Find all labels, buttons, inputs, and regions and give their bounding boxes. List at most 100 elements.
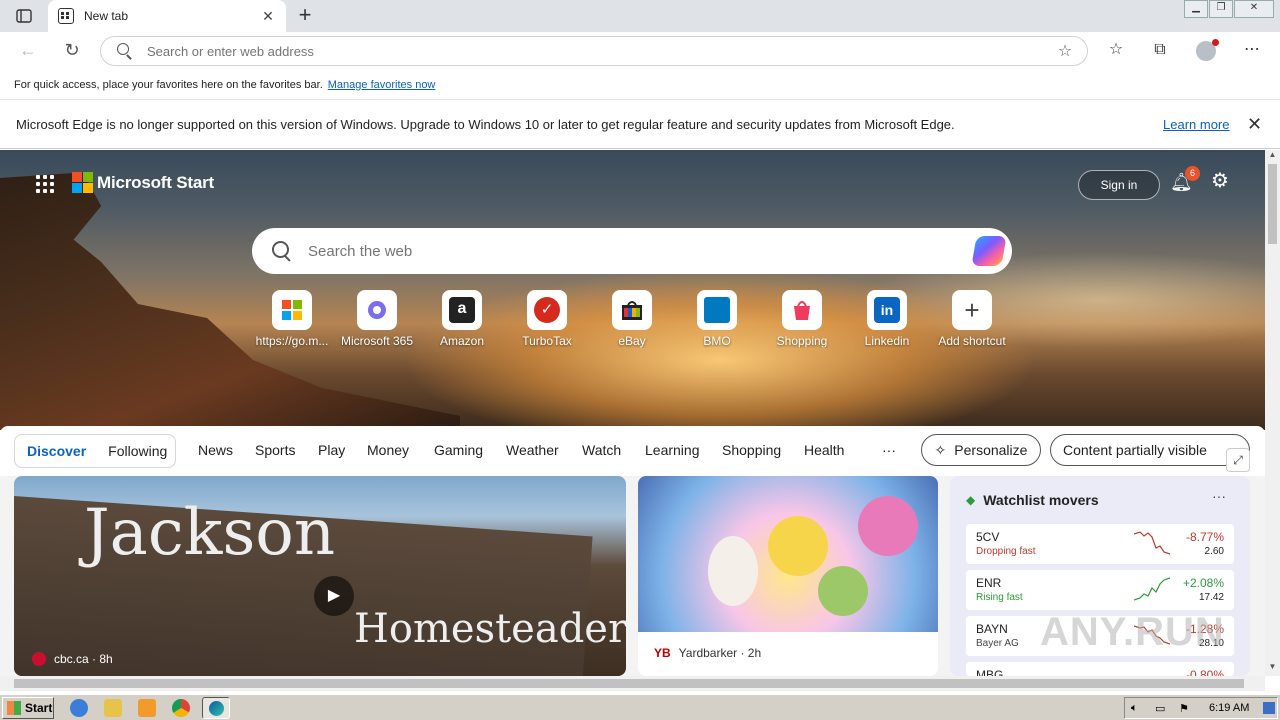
edge-taskbar-button[interactable] [202, 697, 230, 719]
tab-sports[interactable]: Sports [255, 442, 295, 458]
watchlist-title[interactable]: Watchlist movers [983, 492, 1098, 508]
scroll-thumb[interactable] [14, 679, 1244, 688]
scroll-up-icon[interactable]: ▲ [1265, 150, 1280, 162]
shortcut-tile[interactable]: https://go.m... [252, 290, 332, 348]
feed-mode-toggle: Discover Following [14, 434, 176, 468]
new-tab-button[interactable]: + [292, 4, 318, 28]
media-player-icon[interactable] [138, 699, 156, 717]
close-tab-icon[interactable]: ✕ [260, 8, 276, 25]
volume-icon[interactable]: 🔈︎ [1131, 702, 1138, 715]
tab-money[interactable]: Money [367, 442, 409, 458]
sign-in-button[interactable]: Sign in [1078, 170, 1160, 200]
infobar-message: Microsoft Edge is no longer supported on… [16, 117, 955, 132]
system-tray: 🔈︎ ▭ ⚑ 6:19 AM [1124, 697, 1278, 719]
favorites-icon[interactable]: ☆ [1103, 39, 1129, 63]
close-infobar-icon[interactable]: ✕ [1247, 114, 1262, 135]
tab-weather[interactable]: Weather [506, 442, 559, 458]
more-tabs-button[interactable]: ··· [882, 442, 896, 458]
close-window-button[interactable]: ✕ [1234, 0, 1274, 18]
tab-strip: New tab ✕ + ▁ ❐ ✕ [0, 0, 1280, 32]
shortcut-tile[interactable]: BMO [677, 290, 757, 348]
add-shortcut-tile[interactable]: + Add shortcut [932, 290, 1012, 348]
start-page: Microsoft Start Sign in 🔔︎ 6 ⚙ https://g… [0, 150, 1265, 676]
chrome-icon[interactable] [172, 699, 190, 717]
article-card[interactable]: YB Yardbarker · 2h [638, 476, 938, 676]
tab-title: New tab [84, 9, 129, 23]
shortcut-label: Add shortcut [938, 334, 1006, 348]
notification-badge: 6 [1185, 166, 1200, 181]
add-favorite-icon[interactable]: ☆ [1053, 41, 1077, 61]
shortcut-tile[interactable]: eBay [592, 290, 672, 348]
brand-title[interactable]: Microsoft Start [97, 173, 214, 193]
copilot-icon[interactable] [971, 236, 1007, 266]
address-bar[interactable]: ☆ [100, 36, 1088, 66]
learn-more-link[interactable]: Learn more [1163, 117, 1229, 132]
profile-avatar[interactable] [1196, 39, 1219, 61]
manage-favorites-link[interactable]: Manage favorites now [328, 79, 436, 91]
minimize-button[interactable]: ▁ [1184, 0, 1208, 18]
ebay-logo-icon [612, 290, 652, 330]
settings-gear-icon[interactable]: ⚙ [1209, 170, 1231, 192]
tab-watch[interactable]: Watch [582, 442, 621, 458]
internet-explorer-icon[interactable] [70, 699, 88, 717]
expand-icon[interactable]: ⤢ [1226, 448, 1250, 472]
watchlist-more-button[interactable]: ··· [1212, 488, 1226, 504]
stock-change: +2.08% [1182, 576, 1224, 590]
tab-play[interactable]: Play [318, 442, 345, 458]
tab-following[interactable]: Following [108, 443, 167, 459]
unsupported-os-infobar: Microsoft Edge is no longer supported on… [0, 101, 1280, 149]
play-icon[interactable]: ▶ [314, 576, 354, 616]
more-menu-icon[interactable]: ⋯ [1239, 39, 1265, 63]
web-search-input[interactable] [308, 242, 974, 260]
shortcut-label: Amazon [439, 334, 485, 348]
shortcut-tile[interactable]: ✓ TurboTax [507, 290, 587, 348]
scroll-thumb[interactable] [1268, 164, 1277, 244]
notifications-bell-icon[interactable]: 🔔︎ 6 [1170, 166, 1200, 194]
featured-video-card[interactable]: Jackson Homesteaders ▶ cbc.ca · 8h [14, 476, 626, 676]
network-icon[interactable]: ▭ [1155, 702, 1165, 715]
action-center-flag-icon[interactable]: ⚑ [1179, 702, 1189, 715]
tab-discover[interactable]: Discover [27, 443, 86, 459]
personalize-button[interactable]: ✧ Personalize [921, 434, 1041, 466]
tab-actions-icon[interactable] [8, 4, 40, 28]
tab-gaming[interactable]: Gaming [434, 442, 483, 458]
tab-learning[interactable]: Learning [645, 442, 700, 458]
shortcut-tile[interactable]: in Linkedin [847, 290, 927, 348]
shortcut-label: Shopping [776, 334, 828, 348]
file-explorer-icon[interactable] [104, 699, 122, 717]
back-button[interactable]: ← [16, 39, 40, 63]
stock-row[interactable]: ENR Rising fast +2.08% 17.42 [966, 570, 1234, 610]
card-source: cbc.ca · 8h [32, 652, 113, 666]
collections-icon[interactable]: ⧉ [1147, 39, 1173, 63]
restore-button[interactable]: ❐ [1209, 0, 1233, 18]
shortcut-tile[interactable]: a Amazon [422, 290, 502, 348]
search-icon [117, 43, 133, 59]
shortcut-label: Linkedin [864, 334, 910, 348]
refresh-button[interactable]: ↻ [60, 39, 84, 63]
tab-health[interactable]: Health [804, 442, 844, 458]
stock-change: -0.80% [1185, 668, 1224, 676]
stock-row[interactable]: 5CV Dropping fast -8.77% 2.60 [966, 524, 1234, 564]
shortcuts-row: https://go.m... Microsoft 365 a Amazon ✓… [252, 290, 1022, 350]
anyrun-watermark: ANY.RUN [1040, 610, 1225, 654]
stock-row[interactable]: MBG -0.80% [966, 662, 1234, 676]
stock-sparkline [1134, 577, 1170, 601]
yardbarker-logo-icon: YB [654, 646, 671, 660]
shortcut-label: Microsoft 365 [340, 334, 414, 348]
shortcut-tile[interactable]: Microsoft 365 [337, 290, 417, 348]
tab-new-tab[interactable]: New tab ✕ [48, 0, 286, 32]
content-visibility-dropdown[interactable]: Content partially visible ⌄ [1050, 434, 1250, 466]
web-search-box[interactable] [252, 228, 1012, 274]
shortcut-tile[interactable]: Shopping [762, 290, 842, 348]
scroll-down-icon[interactable]: ▼ [1265, 662, 1280, 674]
show-desktop-icon[interactable] [1263, 702, 1275, 714]
tab-news[interactable]: News [198, 442, 233, 458]
address-input[interactable] [147, 43, 1053, 59]
horizontal-scrollbar[interactable] [0, 676, 1265, 691]
tab-shopping[interactable]: Shopping [722, 442, 781, 458]
clock[interactable]: 6:19 AM [1209, 702, 1249, 714]
apps-launcher-icon[interactable] [36, 175, 54, 193]
stock-sparkline [1134, 531, 1170, 555]
start-button[interactable]: Start [2, 697, 54, 719]
vertical-scrollbar[interactable]: ▲ ▼ [1265, 150, 1280, 676]
